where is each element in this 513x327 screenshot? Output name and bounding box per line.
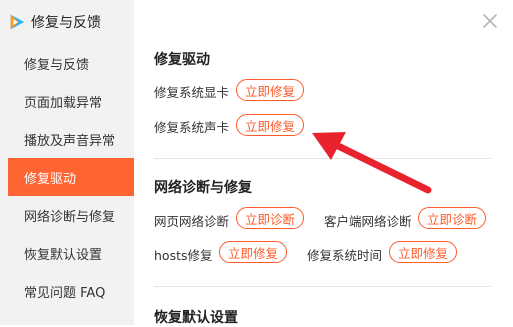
repair-system-time-button[interactable]: 立即修复 bbox=[389, 241, 457, 263]
sidebar-item-repair-feedback[interactable]: 修复与反馈 bbox=[8, 44, 134, 82]
sidebar-item-network[interactable]: 网络诊断与修复 bbox=[8, 196, 134, 234]
sidebar-item-page-load[interactable]: 页面加载异常 bbox=[8, 82, 134, 120]
section-title-network: 网络诊断与修复 bbox=[154, 180, 252, 196]
sidebar-item-repair-driver[interactable]: 修复驱动 bbox=[8, 158, 134, 196]
tencent-video-logo-icon bbox=[10, 14, 25, 30]
repair-hosts-button[interactable]: 立即修复 bbox=[219, 241, 287, 263]
section-divider bbox=[154, 286, 491, 287]
main-panel: 修复驱动 修复系统显卡 立即修复 修复系统声卡 立即修复 网络诊断与修复 网页网… bbox=[134, 0, 513, 326]
repair-display-card-button[interactable]: 立即修复 bbox=[236, 79, 304, 101]
sidebar-item-playback-sound[interactable]: 播放及声音异常 bbox=[8, 120, 134, 158]
row-label-sound-card: 修复系统声卡 bbox=[154, 120, 230, 135]
sidebar-item-faq[interactable]: 常见问题 FAQ bbox=[8, 272, 134, 310]
repair-sound-card-button[interactable]: 立即修复 bbox=[236, 114, 304, 136]
sidebar: 修复与反馈 修复与反馈 页面加载异常 播放及声音异常 修复驱动 网络诊断与修复 … bbox=[0, 0, 134, 325]
section-title-restore-defaults: 恢复默认设置 bbox=[154, 310, 238, 326]
row-label-display-card: 修复系统显卡 bbox=[154, 85, 230, 100]
section-title-repair-driver: 修复驱动 bbox=[154, 52, 210, 68]
row-label-system-time: 修复系统时间 bbox=[307, 248, 383, 263]
section-divider bbox=[154, 158, 491, 159]
app-title-text: 修复与反馈 bbox=[31, 15, 101, 31]
row-label-hosts: hosts修复 bbox=[154, 248, 213, 263]
diagnose-client-network-button[interactable]: 立即诊断 bbox=[418, 207, 486, 229]
row-label-web-network: 网页网络诊断 bbox=[154, 214, 230, 229]
close-icon[interactable] bbox=[481, 12, 499, 30]
diagnose-web-network-button[interactable]: 立即诊断 bbox=[236, 207, 304, 229]
app-title: 修复与反馈 bbox=[8, 10, 101, 34]
sidebar-item-restore-defaults[interactable]: 恢复默认设置 bbox=[8, 234, 134, 272]
row-label-client-network: 客户端网络诊断 bbox=[324, 214, 412, 229]
